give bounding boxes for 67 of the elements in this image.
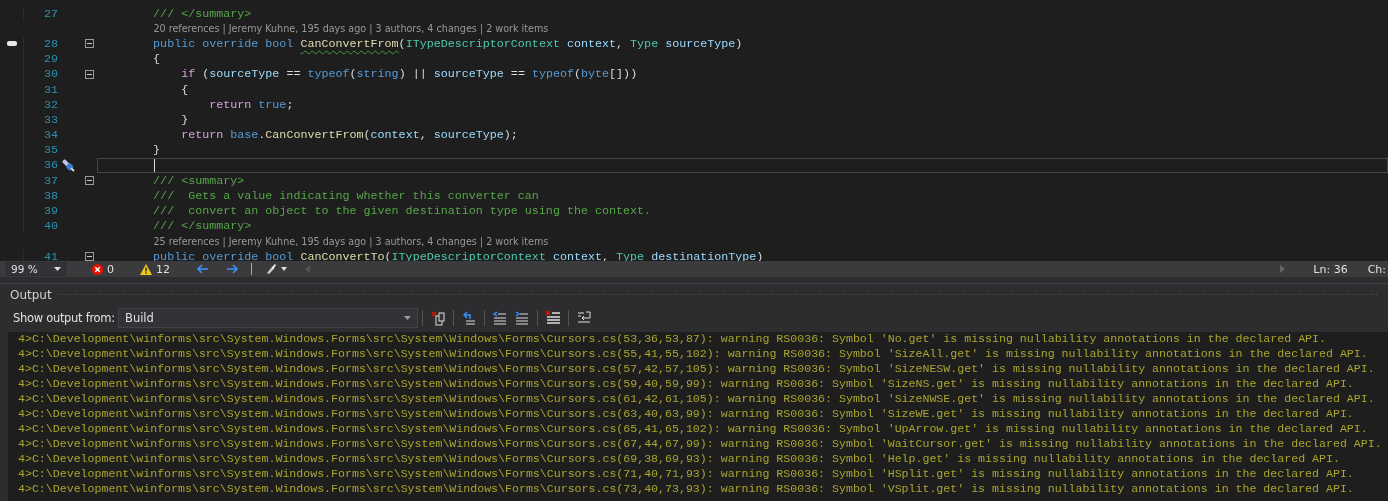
line-number: 27: [42, 6, 59, 21]
output-source-dropdown[interactable]: Build: [118, 308, 418, 328]
output-line: 4>C:\Development\winforms\src\System.Windows.Forms\src\System\Windows\Forms\Cursors.cs(53,36,53,87): warning RS0036: Symbol 'No.get' is missing nullability annotations in the declared API.: [17, 332, 1327, 347]
code-line: /// convert an object to the given destination type using the context.: [152, 204, 652, 219]
brush-icon[interactable]: [266, 264, 288, 274]
warnings-indicator[interactable]: 12: [140, 262, 170, 276]
clear-all-icon[interactable]: [545, 310, 561, 326]
collapse-icon[interactable]: [85, 69, 94, 79]
code-line: if (sourceType == typeof(string) || sourceType == typeof(byte[])): [180, 67, 638, 82]
line-number: 39: [42, 204, 59, 219]
collapse-icon[interactable]: [85, 252, 94, 261]
line-number: 36: [42, 158, 59, 173]
code-line: }: [180, 112, 189, 127]
output-line: 4>C:\Development\winforms\src\System.Windows.Forms\src\System\Windows\Forms\Cursors.cs(69,38,69,93): warning RS0036: Symbol 'Help.get' is missing nullability annotations in the declared API.: [17, 452, 1341, 467]
output-line: 4>C:\Development\winforms\src\System.Windows.Forms\src\System\Windows\Forms\Cursors.cs(59,40,59,99): warning RS0036: Symbol 'SizeNS.get' is missing nullability annotations in the declared API.: [17, 377, 1355, 392]
previous-message-icon[interactable]: [461, 310, 477, 326]
caret-icon: [54, 267, 61, 271]
code-line: /// Gets a value indicating whether this converter can: [152, 188, 539, 203]
code-line: public override bool CanConvertFrom(ITypeDescriptorContext context, Type sourceType): [152, 36, 743, 51]
output-line: 4>C:\Development\winforms\src\System.Windows.Forms\src\System\Windows\Forms\Cursors.cs(61,42,61,105): warning RS0036: Symbol 'SizeNWSE.get' is missing nullability annotations in the declared API.: [17, 392, 1376, 407]
code-line: return base.CanConvertFrom(context, sourceType);: [180, 128, 518, 143]
back-arrow-icon[interactable]: [196, 264, 209, 274]
zoom-dropdown[interactable]: 99 %: [6, 262, 66, 276]
code-line: {: [152, 52, 161, 67]
output-line: 4>C:\Development\winforms\src\System.Windows.Forms\src\System\Windows\Forms\Cursors.cs(71,40,71,93): warning RS0036: Symbol 'HSplit.get' is missing nullability annotations in the declared API.: [17, 467, 1355, 482]
line-number: 41: [42, 249, 59, 261]
column-position: Ch:: [1367, 262, 1386, 276]
error-icon: [92, 263, 103, 275]
line-number: 29: [42, 52, 59, 67]
line-number: 40: [42, 219, 59, 234]
code-line: /// <summary>: [152, 173, 245, 188]
go-to-code-icon[interactable]: [430, 310, 446, 326]
code-line: }: [152, 143, 161, 158]
output-line: 4>C:\Development\winforms\src\System.Windows.Forms\src\System\Windows\Forms\Cursors.cs(67,44,67,99): warning RS0036: Symbol 'WaitCursor.get' is missing nullability annotations in the declared API.: [17, 437, 1383, 452]
output-line: 4>C:\Development\winforms\src\System.Windows.Forms\src\System\Windows\Forms\Cursors.cs(57,42,57,105): warning RS0036: Symbol 'SizeNESW.get' is missing nullability annotations in the declared API.: [17, 362, 1376, 377]
word-wrap-icon[interactable]: [576, 310, 592, 326]
line-number: 38: [42, 188, 59, 203]
code-lens[interactable]: 25 references | Jeremy Kuhne, 195 days ago | 3 authors, 4 changes | 2 work items: [97, 235, 549, 247]
collapse-icon[interactable]: [85, 39, 94, 49]
line-number: 31: [42, 82, 59, 97]
line-position: Ln: 36: [1313, 262, 1348, 276]
line-number: 35: [42, 143, 59, 158]
code-line: /// </summary>: [152, 219, 252, 234]
caret-icon: [404, 316, 411, 320]
output-source-label: Show output from:: [13, 311, 116, 325]
collapse-icon[interactable]: [85, 176, 94, 186]
line-number: 34: [42, 128, 59, 143]
outdent-lines-icon[interactable]: [492, 310, 508, 326]
output-line: 4>C:\Development\winforms\src\System.Windows.Forms\src\System\Windows\Forms\Cursors.cs(73,40,73,93): warning RS0036: Symbol 'VSplit.get' is missing nullability annotations in the declared API.: [17, 482, 1355, 497]
warning-icon: [140, 263, 152, 275]
code-lens[interactable]: 20 references | Jeremy Kuhne, 195 days ago | 3 authors, 4 changes | 2 work items: [97, 23, 549, 35]
code-line: {: [180, 82, 189, 97]
code-line: /// </summary>: [152, 6, 252, 21]
errors-indicator[interactable]: 0: [92, 262, 114, 276]
output-line: 4>C:\Development\winforms\src\System.Windows.Forms\src\System\Windows\Forms\Cursors.cs(63,40,63,99): warning RS0036: Symbol 'SizeWE.get' is missing nullability annotations in the declared API.: [17, 407, 1355, 422]
panel-title: Output: [10, 288, 52, 302]
forward-arrow-icon[interactable]: [226, 264, 239, 274]
line-number: 37: [42, 173, 59, 188]
output-line: 4>C:\Development\winforms\src\System.Windows.Forms\src\System\Windows\Forms\Cursors.cs(65,41,65,102): warning RS0036: Symbol 'UpArrow.get' is missing nullability annotations in the declared API.: [17, 422, 1369, 437]
code-line: return true;: [208, 97, 294, 112]
indent-lines-icon[interactable]: [514, 310, 530, 326]
line-number: 32: [42, 97, 59, 112]
output-line: 4>C:\Development\winforms\src\System.Windows.Forms\src\System\Windows\Forms\Cursors.cs(55,41,55,102): warning RS0036: Symbol 'SizeAll.get' is missing nullability annotations in the declared API.: [17, 347, 1369, 362]
code-line: public override bool CanConvertTo(ITypeDescriptorContext context, Type destinationType): [152, 249, 764, 261]
line-number: 30: [42, 67, 59, 82]
line-number: 33: [42, 112, 59, 127]
line-number: 28: [42, 36, 59, 51]
